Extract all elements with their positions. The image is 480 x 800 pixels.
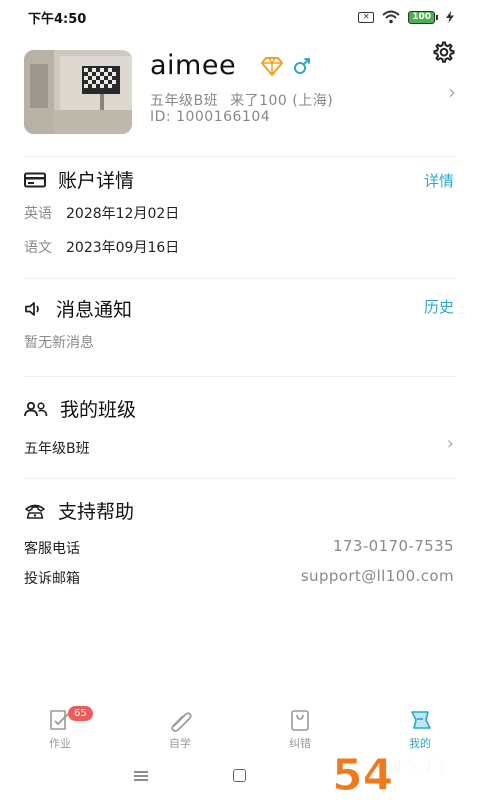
- status-icons: ✕ 100: [358, 10, 454, 24]
- support-phone[interactable]: 173-0170-7535: [333, 537, 454, 555]
- support-phone-label: 客服电话: [24, 541, 80, 557]
- speaker-icon: [25, 301, 39, 316]
- messages-title: 消息通知: [56, 299, 133, 321]
- homework-badge: 65: [68, 706, 93, 721]
- male-icon: [294, 58, 310, 74]
- subject-label: 英语: [24, 206, 52, 222]
- card-icon: [24, 172, 46, 187]
- status-bar: 下午4:50 ✕ 100: [0, 0, 480, 34]
- subject-date: 2023年09月16日: [66, 240, 180, 256]
- profile-class-line: 五年级B班 来了100 (上海): [150, 90, 333, 110]
- tab-label: 纠错: [289, 737, 311, 750]
- paperclip-icon: [171, 712, 192, 732]
- battery-level: 100: [408, 10, 435, 24]
- telephone-icon: [25, 504, 45, 519]
- support-section-title: 支持帮助: [24, 497, 134, 524]
- messages-section-title: 消息通知: [24, 295, 132, 322]
- me-icon: [411, 711, 431, 729]
- menu-icon[interactable]: [134, 771, 148, 781]
- class-title: 我的班级: [60, 399, 137, 421]
- account-details-link[interactable]: 详情: [424, 170, 454, 191]
- divider: [24, 156, 456, 157]
- bag-icon: [291, 710, 309, 731]
- group-icon: [24, 401, 48, 416]
- watermark-brand: 手游网: [390, 755, 444, 777]
- divider: [24, 278, 456, 279]
- vip-diamond-icon: [261, 57, 283, 76]
- tab-self-study[interactable]: 自学: [120, 702, 240, 754]
- profile-class: 五年级B班: [150, 93, 219, 109]
- sim-icon: ✕: [358, 11, 375, 23]
- account-section-title: 账户详情: [24, 166, 134, 193]
- watermark-number: 54: [332, 750, 393, 800]
- tab-label: 作业: [49, 737, 71, 750]
- subject-date: 2028年12月02日: [66, 206, 180, 222]
- home-icon[interactable]: [233, 769, 246, 782]
- support-email-label: 投诉邮箱: [24, 571, 80, 587]
- battery-icon: 100: [408, 10, 438, 24]
- account-title: 账户详情: [58, 170, 135, 192]
- chevron-right-icon[interactable]: ›: [448, 80, 456, 104]
- username: aimee: [150, 50, 237, 81]
- class-name-row[interactable]: 五年级B班: [24, 438, 90, 458]
- class-section-title: 我的班级: [24, 395, 136, 422]
- tab-homework[interactable]: 65 作业: [0, 702, 120, 754]
- status-time: 下午4:50: [28, 11, 87, 27]
- account-item-chinese: 语文 2023年09月16日: [24, 237, 179, 257]
- divider: [24, 478, 456, 479]
- watermark-logo: 54 手游网: [332, 750, 445, 800]
- profile-card[interactable]: aimee 五年级B班 来了100 (上海) ID: 1000166104 ›: [24, 50, 464, 134]
- subject-label: 语文: [24, 240, 52, 256]
- divider: [24, 376, 456, 377]
- account-item-english: 英语 2028年12月02日: [24, 203, 179, 223]
- profile-id: ID: 1000166104: [150, 109, 271, 125]
- profile-visits: 来了100 (上海): [230, 93, 334, 109]
- charging-icon: [446, 11, 454, 23]
- support-title: 支持帮助: [58, 501, 135, 523]
- messages-history-link[interactable]: 历史: [424, 296, 454, 317]
- messages-empty-text: 暂无新消息: [24, 335, 94, 351]
- support-email[interactable]: support@ll100.com: [301, 567, 454, 585]
- chevron-right-icon[interactable]: ›: [447, 433, 454, 454]
- avatar[interactable]: [24, 50, 132, 134]
- tab-label: 自学: [169, 737, 191, 750]
- wifi-icon: [382, 10, 400, 24]
